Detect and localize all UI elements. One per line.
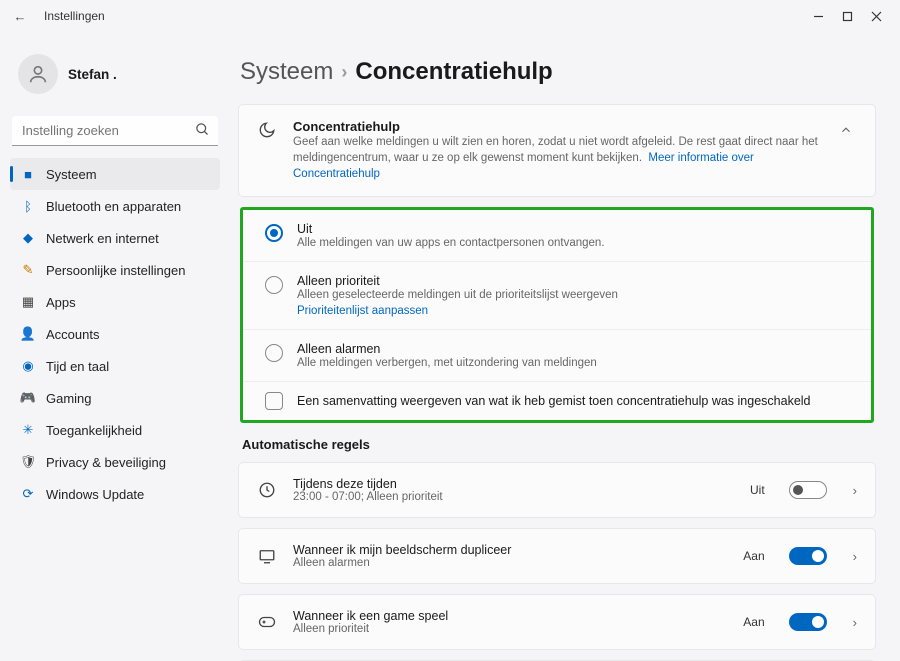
option-title: Uit xyxy=(297,222,853,236)
rule-title: Tijdens deze tijden xyxy=(293,477,734,491)
moon-icon xyxy=(257,119,277,139)
rule-sub: 23:00 - 07:00; Alleen prioriteit xyxy=(293,491,734,503)
option-alarmen[interactable]: Alleen alarmen Alle meldingen verbergen,… xyxy=(243,330,871,382)
header-card: Concentratiehulp Geef aan welke meldinge… xyxy=(238,104,876,197)
priority-list-link[interactable]: Prioriteitenlijst aanpassen xyxy=(297,305,428,317)
nav-item-update[interactable]: ⟳ Windows Update xyxy=(10,478,220,510)
option-uit[interactable]: Uit Alle meldingen van uw apps en contac… xyxy=(243,210,871,262)
nav-label: Netwerk en internet xyxy=(46,231,159,246)
chevron-right-icon[interactable]: › xyxy=(853,483,857,498)
minimize-button[interactable] xyxy=(813,11,824,22)
titlebar: ← Instellingen xyxy=(0,0,900,32)
nav-item-netwerk[interactable]: ◆ Netwerk en internet xyxy=(10,222,220,254)
nav-item-systeem[interactable]: ■ Systeem xyxy=(10,158,220,190)
rule-sub: Alleen prioriteit xyxy=(293,623,727,635)
maximize-button[interactable] xyxy=(842,11,853,22)
radio-prioriteit[interactable] xyxy=(265,276,283,294)
header-title: Concentratiehulp xyxy=(293,119,819,134)
chevron-right-icon[interactable]: › xyxy=(853,549,857,564)
summary-checkbox[interactable] xyxy=(265,392,283,410)
accessibility-icon: ✳ xyxy=(20,422,36,438)
apps-icon: ▦ xyxy=(20,294,36,310)
option-prioriteit[interactable]: Alleen prioriteit Alleen geselecteerde m… xyxy=(243,262,871,330)
close-button[interactable] xyxy=(871,11,882,22)
options-group: Uit Alle meldingen van uw apps en contac… xyxy=(240,207,874,423)
nav-item-apps[interactable]: ▦ Apps xyxy=(10,286,220,318)
nav-label: Tijd en taal xyxy=(46,359,109,374)
clock-icon xyxy=(257,481,277,499)
rule-title: Wanneer ik mijn beeldscherm dupliceer xyxy=(293,543,727,557)
nav-item-accounts[interactable]: 👤 Accounts xyxy=(10,318,220,350)
nav-item-gaming[interactable]: 🎮 Gaming xyxy=(10,382,220,414)
update-icon: ⟳ xyxy=(20,486,36,502)
system-icon: ■ xyxy=(20,166,36,182)
nav-label: Privacy & beveiliging xyxy=(46,455,166,470)
nav-item-bluetooth[interactable]: ᛒ Bluetooth en apparaten xyxy=(10,190,220,222)
option-desc: Alleen geselecteerde meldingen uit de pr… xyxy=(297,289,853,301)
search-icon xyxy=(195,122,210,140)
toggle-game[interactable] xyxy=(789,613,827,631)
rule-state: Uit xyxy=(750,483,765,497)
rule-title: Wanneer ik een game speel xyxy=(293,609,727,623)
option-desc: Alle meldingen van uw apps en contactper… xyxy=(297,237,853,249)
option-title: Alleen alarmen xyxy=(297,342,853,356)
breadcrumb-parent[interactable]: Systeem xyxy=(240,58,333,86)
rule-times[interactable]: Tijdens deze tijden23:00 - 07:00; Alleen… xyxy=(238,462,876,518)
collapse-button[interactable] xyxy=(835,119,857,144)
nav-label: Systeem xyxy=(46,167,97,182)
option-title: Alleen prioriteit xyxy=(297,274,853,288)
radio-uit[interactable] xyxy=(265,224,283,242)
option-desc: Alle meldingen verbergen, met uitzonderi… xyxy=(297,357,853,369)
accounts-icon: 👤 xyxy=(20,326,36,342)
nav-label: Toegankelijkheid xyxy=(46,423,142,438)
rule-sub: Alleen alarmen xyxy=(293,557,727,569)
shield-icon: 🛡 xyxy=(20,454,36,470)
rule-state: Aan xyxy=(743,615,764,629)
nav-list: ■ Systeem ᛒ Bluetooth en apparaten ◆ Netwer… xyxy=(10,158,220,510)
user-name: Stefan . xyxy=(68,67,117,82)
nav-label: Apps xyxy=(46,295,76,310)
header-desc: Geef aan welke meldingen u wilt zien en … xyxy=(293,134,819,182)
toggle-duplicate[interactable] xyxy=(789,547,827,565)
sidebar: Stefan . ■ Systeem ᛒ Bluetooth en apparate… xyxy=(0,32,230,661)
bluetooth-icon: ᛒ xyxy=(20,198,36,214)
rule-game[interactable]: Wanneer ik een game speelAlleen priorite… xyxy=(238,594,876,650)
user-profile[interactable]: Stefan . xyxy=(10,46,220,102)
main-content: Systeem › Concentratiehulp Concentratieh… xyxy=(230,32,900,661)
globe-icon: ◉ xyxy=(20,358,36,374)
nav-item-toegankelijkheid[interactable]: ✳ Toegankelijkheid xyxy=(10,414,220,446)
back-button[interactable]: ← xyxy=(8,9,32,24)
nav-item-tijd[interactable]: ◉ Tijd en taal xyxy=(10,350,220,382)
gaming-icon: 🎮 xyxy=(20,390,36,406)
nav-label: Accounts xyxy=(46,327,99,342)
search-box[interactable] xyxy=(12,116,218,146)
nav-label: Bluetooth en apparaten xyxy=(46,199,181,214)
brush-icon: ✎ xyxy=(20,262,36,278)
rules-title: Automatische regels xyxy=(242,437,876,452)
nav-item-persoonlijk[interactable]: ✎ Persoonlijke instellingen xyxy=(10,254,220,286)
chevron-right-icon[interactable]: › xyxy=(853,615,857,630)
nav-label: Gaming xyxy=(46,391,92,406)
summary-checkbox-row[interactable]: Een samenvatting weergeven van wat ik he… xyxy=(243,382,871,420)
nav-label: Persoonlijke instellingen xyxy=(46,263,185,278)
gamepad-icon xyxy=(257,615,277,629)
wifi-icon: ◆ xyxy=(20,230,36,246)
summary-label: Een samenvatting weergeven van wat ik he… xyxy=(297,394,811,408)
monitor-icon xyxy=(257,547,277,565)
radio-alarmen[interactable] xyxy=(265,344,283,362)
nav-label: Windows Update xyxy=(46,487,144,502)
search-input[interactable] xyxy=(12,116,218,146)
toggle-times[interactable] xyxy=(789,481,827,499)
rule-duplicate[interactable]: Wanneer ik mijn beeldscherm dupliceerAll… xyxy=(238,528,876,584)
avatar xyxy=(18,54,58,94)
page-title: Concentratiehulp xyxy=(355,58,552,86)
nav-item-privacy[interactable]: 🛡 Privacy & beveiliging xyxy=(10,446,220,478)
rule-state: Aan xyxy=(743,549,764,563)
chevron-right-icon: › xyxy=(341,62,347,83)
window-title: Instellingen xyxy=(44,9,105,23)
breadcrumb: Systeem › Concentratiehulp xyxy=(240,58,876,86)
